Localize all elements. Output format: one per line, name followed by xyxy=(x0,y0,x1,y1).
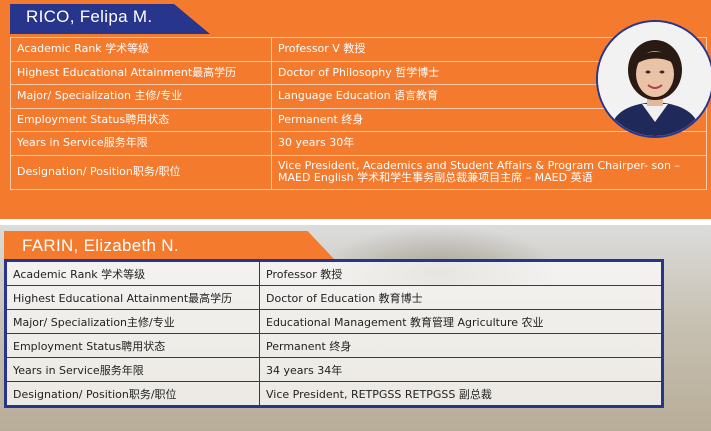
person-portrait-icon xyxy=(598,22,711,136)
row-label: Employment Status聘用状态 xyxy=(6,333,260,358)
table-row: Academic Rank 学术等级 Professor 教授 xyxy=(6,261,662,286)
row-value: 34 years 34年 xyxy=(259,357,662,382)
table-row: Designation/ Position职务/职位 Vice Presiden… xyxy=(10,154,707,190)
table-row: Employment Status聘用状态 Permanent 终身 xyxy=(6,333,662,358)
table-row: Years in Service服务年限 34 years 34年 xyxy=(6,357,662,382)
profile-name: FARIN, Elizabeth N. xyxy=(22,236,179,255)
row-label: Highest Educational Attainment最高学历 xyxy=(6,285,260,310)
profile-table: Academic Rank 学术等级 Professor 教授 Highest … xyxy=(4,259,664,408)
table-row: Years in Service服务年限 30 years 30年 xyxy=(10,131,707,156)
row-label: Years in Service服务年限 xyxy=(6,357,260,382)
profile-card-rico: RICO, Felipa M. Academic Rank 学术等级 Profe… xyxy=(0,0,711,219)
table-row: Employment Status聘用状态 Permanent 终身 xyxy=(10,107,707,132)
table-row: Designation/ Position职务/职位 Vice Presiden… xyxy=(6,381,662,406)
row-value: Vice President, RETPGSS RETPGSS 副总裁 xyxy=(259,381,662,406)
table-row: Highest Educational Attainment最高学历 Docto… xyxy=(6,285,662,310)
row-value: Professor 教授 xyxy=(259,261,662,286)
table-row: Major/ Specialization主修/专业 Educational M… xyxy=(6,309,662,334)
row-label: Highest Educational Attainment最高学历 xyxy=(10,60,272,85)
row-label: Major/ Specialization主修/专业 xyxy=(6,309,260,334)
row-value: Doctor of Education 教育博士 xyxy=(259,285,662,310)
row-value: Permanent 终身 xyxy=(259,333,662,358)
profile-photo xyxy=(596,20,711,138)
row-label: Employment Status聘用状态 xyxy=(10,107,272,132)
row-value: Educational Management 教育管理 Agriculture … xyxy=(259,309,662,334)
row-label: Years in Service服务年限 xyxy=(10,131,272,156)
profile-card-farin: FARIN, Elizabeth N. Academic Rank 学术等级 P… xyxy=(0,225,711,431)
row-label: Designation/ Position职务/职位 xyxy=(6,381,260,406)
row-label: Designation/ Position职务/职位 xyxy=(10,154,272,190)
row-value: Vice President, Academics and Student Af… xyxy=(271,154,707,190)
row-label: Academic Rank 学术等级 xyxy=(10,37,272,62)
profile-name: RICO, Felipa M. xyxy=(26,7,153,26)
row-label: Major/ Specialization 主修/专业 xyxy=(10,84,272,109)
row-label: Academic Rank 学术等级 xyxy=(6,261,260,286)
